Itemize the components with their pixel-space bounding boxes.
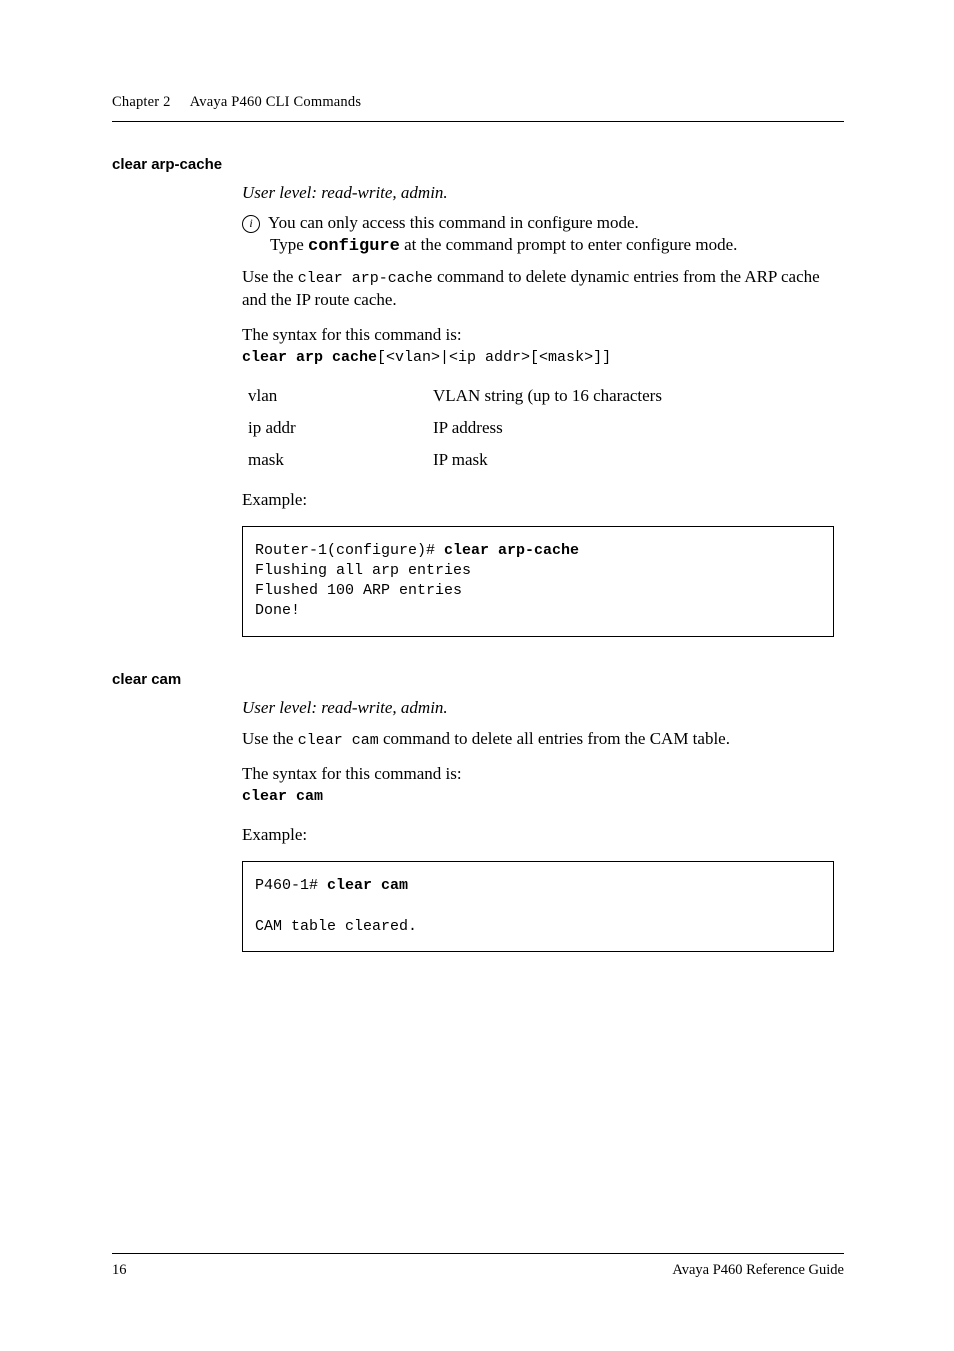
syntax-bold: clear cam	[242, 788, 323, 805]
syntax-intro: The syntax for this command is:	[242, 325, 844, 345]
param-row: vlan VLAN string (up to 16 characters	[242, 386, 844, 406]
param-desc: IP mask	[433, 450, 844, 470]
code-output-line: CAM table cleared.	[255, 918, 417, 935]
note-sub-cmd: configure	[308, 237, 400, 256]
note-sub-post: at the command prompt to enter configure…	[400, 235, 738, 254]
note-sub-pre: Type	[270, 235, 308, 254]
syntax-bold: clear arp cache	[242, 349, 377, 366]
running-header: Chapter 2 Avaya P460 CLI Commands	[112, 94, 844, 122]
section-heading-clear-arp-cache: clear arp-cache	[112, 156, 844, 173]
param-desc: IP address	[433, 418, 844, 438]
chapter-label: Chapter 2	[112, 94, 171, 110]
code-command: clear arp-cache	[444, 542, 579, 559]
code-example-box: P460-1# clear cam CAM table cleared.	[242, 861, 834, 952]
body-mono: clear cam	[298, 732, 379, 749]
syntax-line: clear arp cache[<vlan>|<ip addr>[<mask>]…	[242, 349, 844, 366]
code-output-line: Done!	[255, 602, 300, 619]
user-level-text: User level: read-write, admin.	[242, 698, 844, 718]
body-mono: clear arp-cache	[298, 270, 433, 287]
code-command: clear cam	[327, 877, 408, 894]
page-footer: 16 Avaya P460 Reference Guide	[112, 1253, 844, 1279]
param-table: vlan VLAN string (up to 16 characters ip…	[242, 386, 844, 470]
code-output-line: Flushing all arp entries	[255, 562, 471, 579]
body-pre: Use the	[242, 267, 298, 286]
body-pre: Use the	[242, 729, 298, 748]
note-text: You can only access this command in conf…	[268, 213, 639, 232]
user-level-text: User level: read-write, admin.	[242, 183, 844, 203]
code-prompt: Router-1(configure)#	[255, 542, 444, 559]
param-row: mask IP mask	[242, 450, 844, 470]
syntax-line: clear cam	[242, 788, 844, 805]
page-number: 16	[112, 1262, 127, 1279]
example-label: Example:	[242, 490, 844, 510]
chapter-title: Avaya P460 CLI Commands	[190, 94, 361, 110]
section-heading-clear-cam: clear cam	[112, 671, 844, 688]
param-row: ip addr IP address	[242, 418, 844, 438]
doc-title: Avaya P460 Reference Guide	[672, 1262, 844, 1279]
param-name: vlan	[242, 386, 433, 406]
note-line: i You can only access this command in con…	[242, 213, 844, 233]
note-subline: Type configure at the command prompt to …	[270, 235, 844, 256]
param-name: mask	[242, 450, 433, 470]
code-output-line: Flushed 100 ARP entries	[255, 582, 462, 599]
syntax-rest: [<vlan>|<ip addr>[<mask>]]	[377, 349, 611, 366]
code-prompt: P460-1#	[255, 877, 327, 894]
example-label: Example:	[242, 825, 844, 845]
code-example-box: Router-1(configure)# clear arp-cache Flu…	[242, 526, 834, 637]
body-paragraph: Use the clear arp-cache command to delet…	[242, 266, 844, 311]
param-desc: VLAN string (up to 16 characters	[433, 386, 844, 406]
info-icon: i	[242, 215, 260, 233]
body-paragraph: Use the clear cam command to delete all …	[242, 728, 844, 751]
syntax-intro: The syntax for this command is:	[242, 764, 844, 784]
body-post: command to delete all entries from the C…	[379, 729, 730, 748]
param-name: ip addr	[242, 418, 433, 438]
